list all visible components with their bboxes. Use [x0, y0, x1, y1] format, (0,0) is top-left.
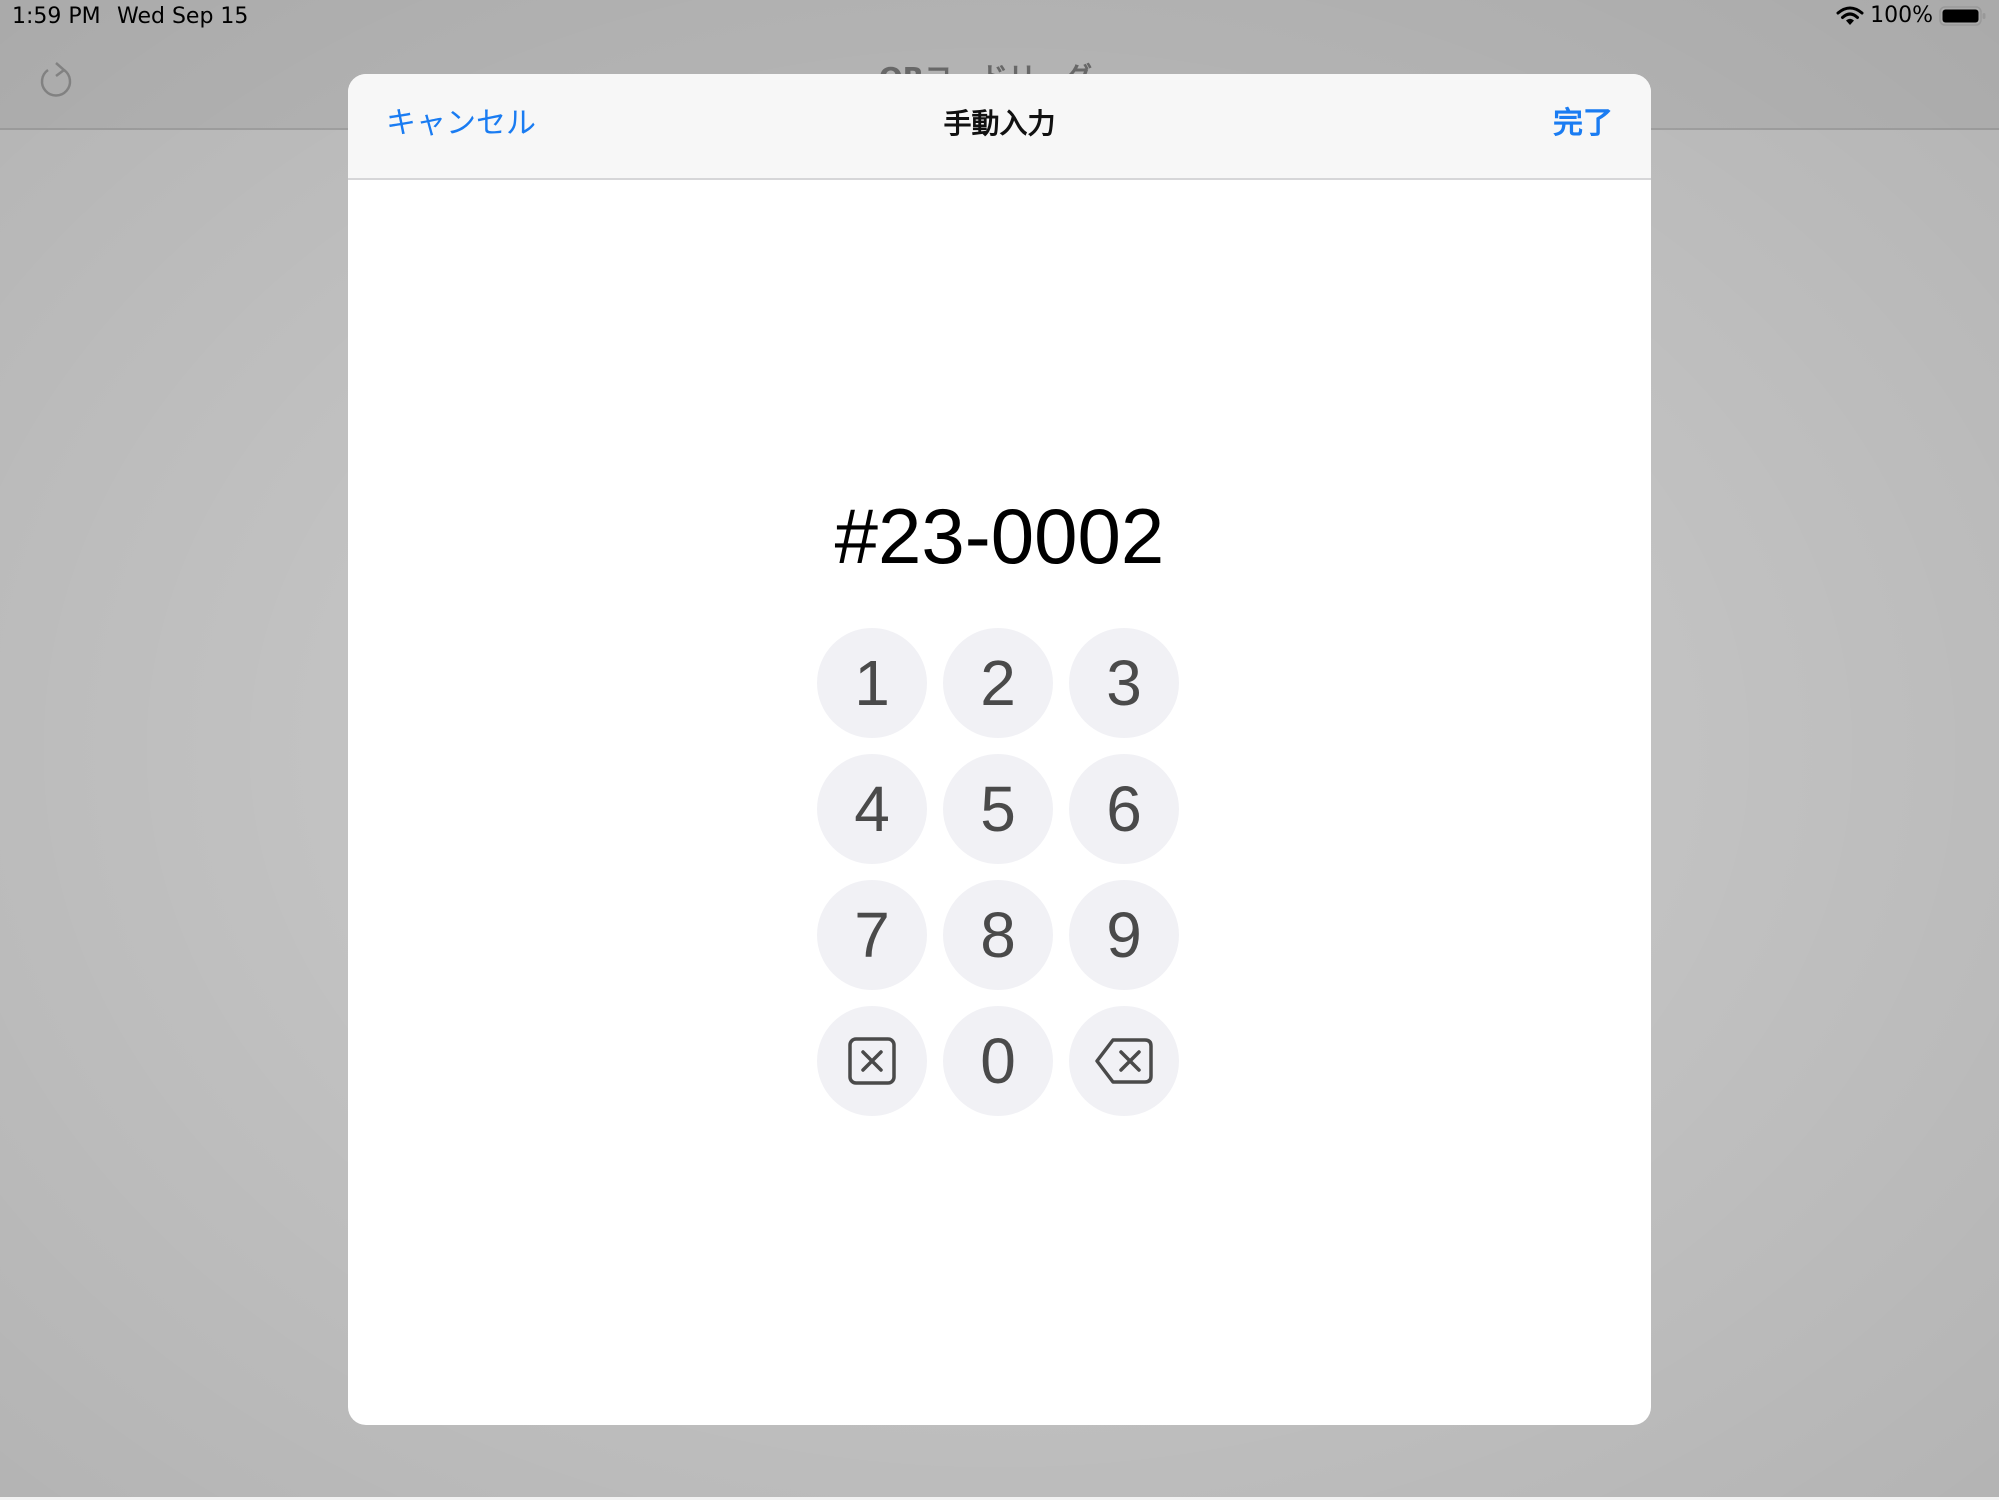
backspace-icon: [1095, 1038, 1153, 1084]
key-7[interactable]: 7: [817, 880, 927, 990]
key-0[interactable]: 0: [943, 1006, 1053, 1116]
number-keypad: 1 2 3 4 5 6 7 8 9 0: [817, 628, 1181, 1116]
clear-button[interactable]: [817, 1006, 927, 1116]
key-5[interactable]: 5: [943, 754, 1053, 864]
status-time: 1:59 PM: [12, 4, 101, 29]
sheet-title: 手動入力: [943, 107, 1056, 140]
backspace-button[interactable]: [1069, 1006, 1179, 1116]
battery-percent: 100%: [1870, 3, 1933, 28]
status-bar: 1:59 PM Wed Sep 15 100%: [0, 0, 1999, 38]
key-4[interactable]: 4: [817, 754, 927, 864]
clear-icon: [848, 1037, 896, 1085]
key-8[interactable]: 8: [943, 880, 1053, 990]
key-3[interactable]: 3: [1069, 628, 1179, 738]
key-2[interactable]: 2: [943, 628, 1053, 738]
key-1[interactable]: 1: [817, 628, 927, 738]
manual-entry-sheet: キャンセル 手動入力 完了 #23-0002 1 2 3 4 5 6 7 8 9…: [348, 74, 1651, 1425]
key-6[interactable]: 6: [1069, 754, 1179, 864]
code-display: #23-0002: [834, 492, 1165, 580]
done-button[interactable]: 完了: [1553, 104, 1613, 144]
sheet-header: キャンセル 手動入力 完了: [348, 74, 1651, 180]
wifi-icon: [1836, 6, 1864, 25]
battery-full-icon: [1939, 5, 1986, 26]
key-9[interactable]: 9: [1069, 880, 1179, 990]
status-right: 100%: [1836, 3, 1987, 28]
status-date: Wed Sep 15: [117, 4, 249, 29]
